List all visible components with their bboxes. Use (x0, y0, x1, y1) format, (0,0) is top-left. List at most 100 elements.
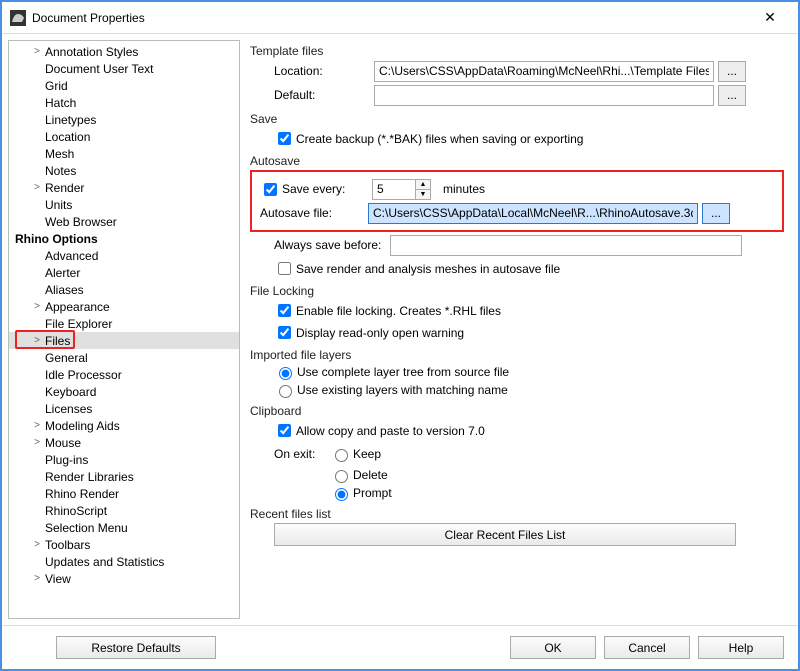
onexit-keep-label: Keep (353, 447, 381, 461)
chevron-right-icon[interactable]: > (31, 539, 43, 550)
chevron-right-icon[interactable]: > (31, 335, 43, 346)
chevron-right-icon[interactable]: > (31, 301, 43, 312)
tree-item[interactable]: >Mesh (9, 145, 239, 162)
tree-item[interactable]: >Aliases (9, 281, 239, 298)
default-browse-button[interactable]: ... (718, 85, 746, 106)
save-meshes-label: Save render and analysis meshes in autos… (296, 262, 560, 276)
readonly-warning-checkbox[interactable]: Display read-only open warning (274, 323, 784, 342)
onexit-label: On exit: (274, 447, 330, 461)
layers-existing-input[interactable] (279, 385, 292, 398)
titlebar: Document Properties ✕ (2, 2, 798, 34)
tree-item-label: Keyboard (43, 385, 96, 399)
autosave-browse-button[interactable]: ... (702, 203, 730, 224)
tree-item[interactable]: >Plug-ins (9, 451, 239, 468)
nav-tree[interactable]: >Annotation Styles>Document User Text>Gr… (8, 40, 240, 619)
allow-copy-checkbox[interactable]: Allow copy and paste to version 7.0 (274, 421, 784, 440)
save-meshes-input[interactable] (278, 262, 291, 275)
chevron-right-icon[interactable]: > (31, 182, 43, 193)
save-every-checkbox[interactable] (264, 183, 277, 196)
location-label: Location: (274, 64, 374, 78)
tree-item[interactable]: >Grid (9, 77, 239, 94)
tree-item[interactable]: >Annotation Styles (9, 43, 239, 60)
clipboard-heading: Clipboard (250, 404, 784, 418)
tree-item[interactable]: >Keyboard (9, 383, 239, 400)
onexit-prompt-radio[interactable]: Prompt (330, 485, 784, 501)
tree-item[interactable]: >Alerter (9, 264, 239, 281)
create-backup-label: Create backup (*.*BAK) files when saving… (296, 132, 583, 146)
tree-item[interactable]: >Rhino Render (9, 485, 239, 502)
cancel-button[interactable]: Cancel (604, 636, 690, 659)
tree-item[interactable]: >Files (9, 332, 239, 349)
autosave-file-input[interactable] (368, 203, 698, 224)
enable-locking-checkbox[interactable]: Enable file locking. Creates *.RHL files (274, 301, 784, 320)
tree-item[interactable]: >File Explorer (9, 315, 239, 332)
allow-copy-input[interactable] (278, 424, 291, 437)
tree-item[interactable]: >Appearance (9, 298, 239, 315)
tree-item[interactable]: >Toolbars (9, 536, 239, 553)
onexit-prompt-input[interactable] (335, 488, 348, 501)
tree-item[interactable]: >View (9, 570, 239, 587)
tree-item[interactable]: >Render Libraries (9, 468, 239, 485)
tree-item[interactable]: >Notes (9, 162, 239, 179)
save-every-spinner[interactable]: ▲▼ (415, 179, 431, 200)
tree-item[interactable]: >Web Browser (9, 213, 239, 230)
tree-item-label: Location (43, 130, 90, 144)
chevron-right-icon[interactable]: > (31, 437, 43, 448)
chevron-right-icon[interactable]: > (31, 46, 43, 57)
location-input[interactable] (374, 61, 714, 82)
tree-item-label: File Explorer (43, 317, 112, 331)
tree-item[interactable]: >Advanced (9, 247, 239, 264)
tree-item[interactable]: >Hatch (9, 94, 239, 111)
readonly-warning-label: Display read-only open warning (296, 326, 464, 340)
tree-item[interactable]: >RhinoScript (9, 502, 239, 519)
tree-item[interactable]: >Updates and Statistics (9, 553, 239, 570)
tree-item-label: Appearance (43, 300, 110, 314)
tree-item[interactable]: >Selection Menu (9, 519, 239, 536)
close-button[interactable]: ✕ (750, 9, 790, 26)
chevron-right-icon[interactable]: > (31, 420, 43, 431)
onexit-keep-radio[interactable]: Keep (330, 446, 381, 462)
tree-item-label: Mouse (43, 436, 81, 450)
create-backup-checkbox[interactable]: Create backup (*.*BAK) files when saving… (274, 129, 784, 148)
layers-complete-input[interactable] (279, 367, 292, 380)
save-meshes-checkbox[interactable]: Save render and analysis meshes in autos… (274, 259, 784, 278)
tree-item[interactable]: >Render (9, 179, 239, 196)
minutes-label: minutes (443, 182, 485, 196)
layers-heading: Imported file layers (250, 348, 784, 362)
enable-locking-input[interactable] (278, 304, 291, 317)
tree-item-label: RhinoScript (43, 504, 107, 518)
tree-item[interactable]: >General (9, 349, 239, 366)
tree-item[interactable]: >Mouse (9, 434, 239, 451)
tree-item[interactable]: >Licenses (9, 400, 239, 417)
layers-existing-radio[interactable]: Use existing layers with matching name (274, 382, 784, 398)
tree-item-label: Files (43, 334, 70, 348)
tree-item[interactable]: >Linetypes (9, 111, 239, 128)
onexit-keep-input[interactable] (335, 449, 348, 462)
help-button[interactable]: Help (698, 636, 784, 659)
tree-item[interactable]: >Document User Text (9, 60, 239, 77)
default-input[interactable] (374, 85, 714, 106)
restore-defaults-button[interactable]: Restore Defaults (56, 636, 216, 659)
window-title: Document Properties (32, 11, 750, 25)
tree-item[interactable]: >Idle Processor (9, 366, 239, 383)
spin-down-icon[interactable]: ▼ (416, 190, 430, 199)
footer: Restore Defaults OK Cancel Help (2, 625, 798, 669)
ok-button[interactable]: OK (510, 636, 596, 659)
chevron-right-icon[interactable]: > (31, 573, 43, 584)
onexit-delete-radio[interactable]: Delete (330, 467, 784, 483)
create-backup-input[interactable] (278, 132, 291, 145)
onexit-delete-input[interactable] (335, 470, 348, 483)
tree-item-label: Mesh (43, 147, 74, 161)
save-every-input[interactable] (372, 179, 416, 200)
location-browse-button[interactable]: ... (718, 61, 746, 82)
tree-item[interactable]: >Modeling Aids (9, 417, 239, 434)
tree-item-label: Grid (43, 79, 68, 93)
clear-recent-button[interactable]: Clear Recent Files List (274, 523, 736, 546)
always-save-input[interactable] (390, 235, 742, 256)
layers-complete-radio[interactable]: Use complete layer tree from source file (274, 364, 784, 380)
tree-item[interactable]: >Units (9, 196, 239, 213)
readonly-warning-input[interactable] (278, 326, 291, 339)
tree-item[interactable]: >Location (9, 128, 239, 145)
spin-up-icon[interactable]: ▲ (416, 180, 430, 190)
tree-item-label: Units (43, 198, 72, 212)
